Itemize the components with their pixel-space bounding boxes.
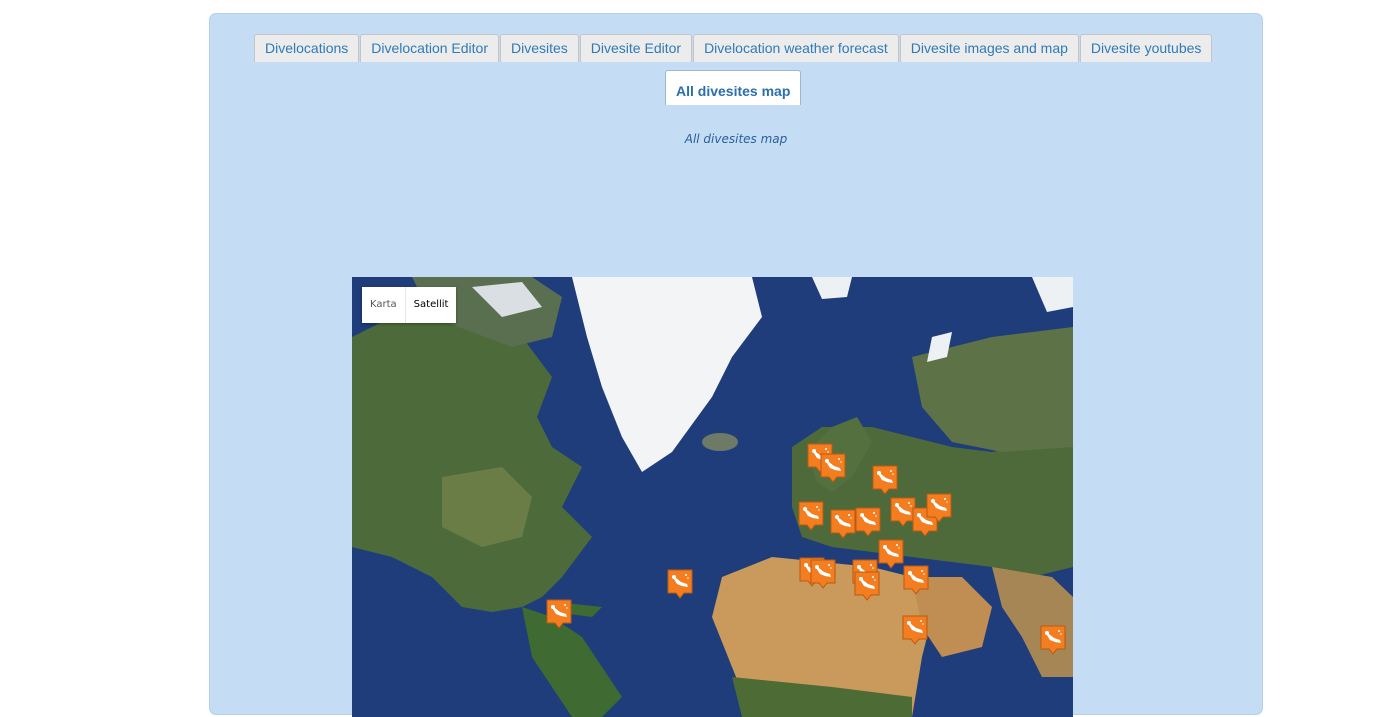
divesite-marker[interactable] — [830, 509, 856, 539]
diver-icon — [903, 565, 929, 595]
diver-icon — [1040, 625, 1066, 655]
tab-divesite-images-and-map[interactable]: Divesite images and map — [899, 34, 1079, 62]
divesite-marker[interactable] — [546, 599, 572, 629]
tab-divelocations[interactable]: Divelocations — [254, 34, 360, 62]
divesite-marker[interactable] — [926, 493, 952, 523]
map-type-control: Karta Satellit — [362, 287, 457, 323]
tab-all-divesites-map[interactable]: All divesites map — [665, 70, 802, 105]
content-panel: Divelocations Divelocation Editor Divesi… — [209, 13, 1263, 717]
diver-icon — [872, 465, 898, 495]
divesite-marker[interactable] — [903, 565, 929, 595]
diver-icon — [667, 569, 693, 599]
diver-icon — [546, 599, 572, 629]
diver-icon — [820, 453, 846, 483]
tab-bar: Divelocations Divelocation Editor Divesi… — [254, 34, 1213, 62]
page-caption: All divesites map — [684, 132, 788, 146]
diver-icon — [878, 539, 904, 569]
divesite-marker[interactable] — [820, 453, 846, 483]
divesite-marker[interactable] — [810, 559, 836, 589]
divesite-marker[interactable] — [855, 507, 881, 537]
divesite-marker[interactable] — [872, 465, 898, 495]
diver-icon — [798, 501, 824, 531]
divesite-marker[interactable] — [1040, 625, 1066, 655]
map-type-satellit[interactable]: Satellit — [406, 287, 457, 323]
satellite-map-image — [352, 277, 1073, 717]
divesite-marker[interactable] — [798, 501, 824, 531]
tab-divesites[interactable]: Divesites — [500, 34, 579, 62]
divesites-map[interactable]: Karta Satellit — [352, 277, 1073, 717]
divesite-marker[interactable] — [902, 615, 928, 645]
divesite-marker[interactable] — [878, 539, 904, 569]
diver-icon — [902, 615, 928, 645]
diver-icon — [855, 507, 881, 537]
divesite-marker[interactable] — [854, 571, 880, 601]
divesite-marker[interactable] — [667, 569, 693, 599]
diver-icon — [830, 509, 856, 539]
tab-divelocation-weather-forecast[interactable]: Divelocation weather forecast — [693, 34, 899, 62]
diver-icon — [926, 493, 952, 523]
diver-icon — [810, 559, 836, 589]
tab-divesite-youtubes[interactable]: Divesite youtubes — [1079, 34, 1213, 62]
diver-icon — [854, 571, 880, 601]
tab-divesite-editor[interactable]: Divesite Editor — [579, 34, 693, 62]
tab-divelocation-editor[interactable]: Divelocation Editor — [360, 34, 499, 62]
map-type-karta[interactable]: Karta — [362, 287, 406, 323]
